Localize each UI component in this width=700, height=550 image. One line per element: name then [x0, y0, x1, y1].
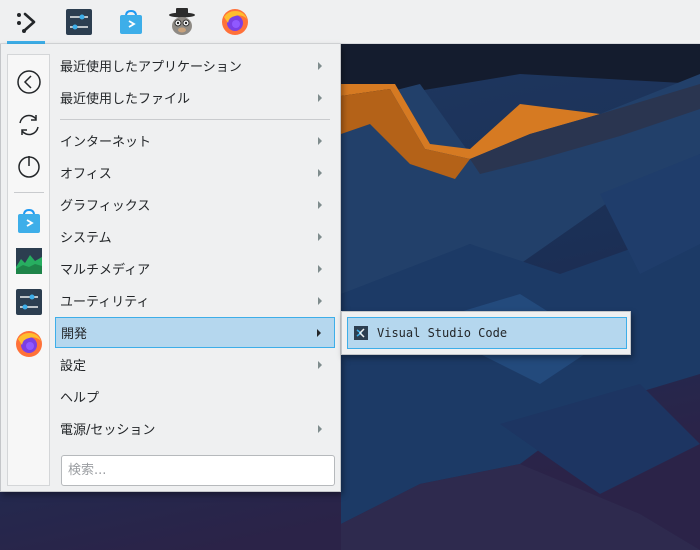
menu-item-graphics[interactable]: グラフィックス — [55, 189, 335, 220]
menu-item-utilities[interactable]: ユーティリティ — [55, 285, 335, 316]
power-button[interactable] — [13, 150, 45, 182]
submenu-arrow-icon — [318, 61, 322, 70]
application-launcher-button[interactable] — [5, 4, 47, 44]
user-app-launcher[interactable] — [161, 4, 203, 40]
submenu-arrow-icon — [318, 296, 322, 305]
favorites-sidebar — [7, 54, 50, 486]
submenu-arrow-icon — [318, 360, 322, 369]
menu-item-label: システム — [60, 231, 112, 246]
menu-item-power-session[interactable]: 電源/セッション — [55, 413, 335, 444]
submenu-item-visual-studio-code[interactable]: Visual Studio Code — [347, 317, 627, 349]
favorite-firefox[interactable] — [13, 328, 45, 360]
menu-item-multimedia[interactable]: マルチメディア — [55, 253, 335, 284]
system-settings-icon — [66, 9, 92, 35]
discover-launcher[interactable] — [110, 4, 152, 40]
application-menu: 最近使用したアプリケーション 最近使用したファイル インターネット オフィス グ… — [0, 44, 341, 492]
system-settings-icon — [16, 289, 42, 315]
firefox-icon — [222, 9, 248, 35]
menu-item-label: インターネット — [60, 135, 152, 150]
favorite-discover[interactable] — [13, 205, 45, 237]
menu-item-development[interactable]: 開発 — [55, 317, 335, 348]
menu-item-label: 最近使用したアプリケーション — [60, 60, 242, 75]
menu-item-recent-applications[interactable]: 最近使用したアプリケーション — [55, 50, 335, 81]
firefox-icon — [16, 331, 42, 357]
back-button[interactable] — [13, 66, 45, 98]
submenu-arrow-icon — [318, 168, 322, 177]
menu-item-office[interactable]: オフィス — [55, 157, 335, 188]
menu-item-label: オフィス — [60, 167, 112, 182]
menu-item-recent-files[interactable]: 最近使用したファイル — [55, 82, 335, 113]
menu-item-settings[interactable]: 設定 — [55, 349, 335, 380]
submenu-arrow-icon — [318, 93, 322, 102]
submenu-arrow-icon — [318, 136, 322, 145]
vscode-icon — [354, 326, 368, 340]
menu-item-label: 最近使用したファイル — [60, 92, 191, 107]
cat-wizard-icon — [169, 8, 195, 35]
refresh-icon — [19, 114, 39, 136]
system-settings-launcher[interactable] — [58, 4, 100, 40]
menu-item-label: ユーティリティ — [60, 295, 150, 310]
top-panel — [0, 0, 700, 44]
favorite-system-settings[interactable] — [13, 286, 45, 318]
kde-launcher-icon — [17, 12, 36, 33]
menu-item-label: 電源/セッション — [60, 423, 156, 438]
submenu-arrow-icon — [318, 200, 322, 209]
submenu-arrow-icon — [317, 328, 321, 337]
menu-item-internet[interactable]: インターネット — [55, 125, 335, 156]
discover-icon — [18, 208, 40, 233]
menu-item-label: ヘルプ — [60, 391, 100, 406]
development-submenu: Visual Studio Code — [341, 311, 631, 355]
search-input[interactable] — [61, 455, 335, 486]
back-icon — [17, 70, 41, 94]
menu-item-label: マルチメディア — [60, 263, 151, 278]
submenu-item-label: Visual Studio Code — [377, 326, 508, 340]
submenu-arrow-icon — [318, 424, 322, 433]
refresh-button[interactable] — [13, 109, 45, 141]
favorite-system-monitor[interactable] — [13, 245, 45, 277]
menu-item-system[interactable]: システム — [55, 221, 335, 252]
submenu-arrow-icon — [318, 264, 322, 273]
menu-separator — [60, 119, 330, 120]
menu-item-label: 設定 — [60, 359, 87, 374]
firefox-launcher[interactable] — [214, 4, 256, 40]
menu-item-label: グラフィックス — [60, 199, 151, 214]
sidebar-separator — [14, 192, 44, 193]
discover-icon — [120, 9, 142, 34]
menu-item-help[interactable]: ヘルプ — [55, 381, 335, 412]
power-icon — [18, 156, 40, 178]
menu-item-label: 開発 — [61, 327, 88, 342]
submenu-arrow-icon — [318, 232, 322, 241]
system-monitor-icon — [16, 248, 42, 274]
